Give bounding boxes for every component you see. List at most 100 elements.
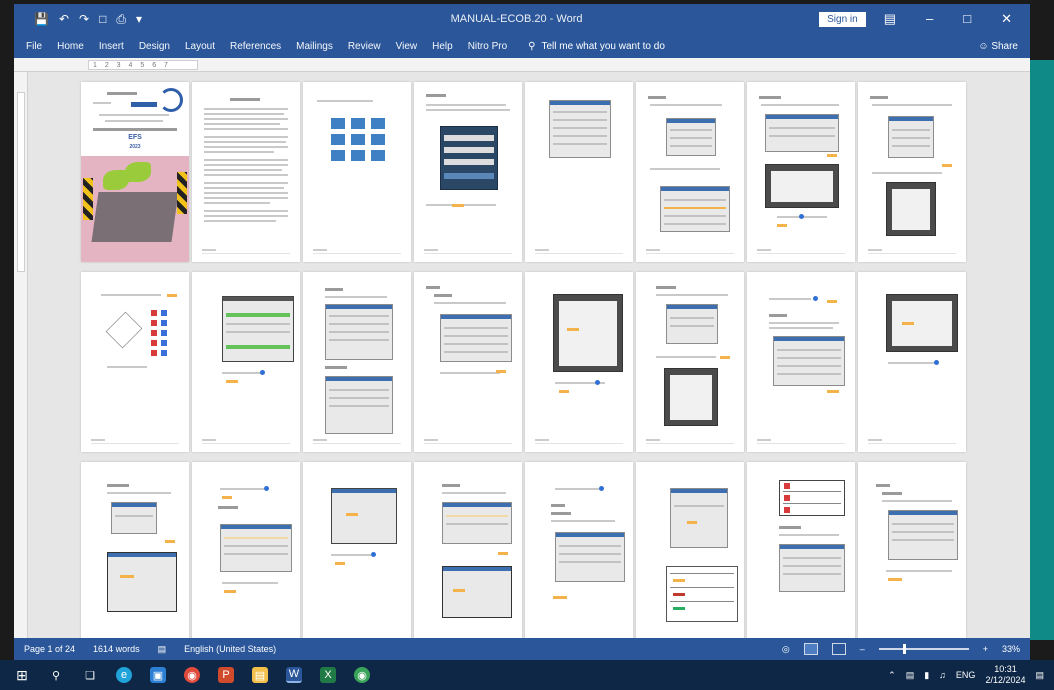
file-explorer-icon[interactable]: ▤ (252, 667, 268, 683)
document-page-15[interactable] (747, 272, 855, 452)
share-button[interactable]: ☺ Share (978, 41, 1030, 52)
tab-nitro-pro[interactable]: Nitro Pro (468, 41, 507, 52)
customize-qat-icon[interactable]: ▾ (136, 13, 142, 25)
document-page-17[interactable] (81, 462, 189, 642)
document-page-5[interactable] (525, 82, 633, 262)
blue-dot-marker (260, 370, 265, 375)
proofing-icon[interactable]: ▤ (158, 644, 167, 655)
clock[interactable]: 10:31 2/12/2024 (985, 664, 1025, 686)
print-layout-view-button[interactable] (803, 643, 818, 655)
tab-review[interactable]: Review (348, 41, 381, 52)
document-page-3[interactable] (303, 82, 411, 262)
menu-tile (351, 134, 365, 145)
sign-in-button[interactable]: Sign in (819, 11, 866, 27)
document-page-20[interactable] (414, 462, 522, 642)
tab-layout[interactable]: Layout (185, 41, 215, 52)
page-count[interactable]: Page 1 of 24 (24, 644, 75, 654)
page-heading (230, 98, 260, 101)
network-icon[interactable]: ▤ (906, 670, 915, 681)
document-page-6[interactable] (636, 82, 744, 262)
word-count[interactable]: 1614 words (93, 644, 140, 654)
language-status[interactable]: English (United States) (184, 644, 276, 654)
tab-references[interactable]: References (230, 41, 281, 52)
print-icon[interactable]: ⎙ (116, 13, 126, 25)
screenshot-row (329, 389, 389, 391)
document-page-4[interactable] (414, 82, 522, 262)
web-layout-view-button[interactable] (831, 643, 846, 655)
color-square (161, 310, 167, 316)
document-page-9[interactable] (81, 272, 189, 452)
zoom-level[interactable]: 33% (1002, 644, 1020, 654)
document-page-2[interactable] (192, 82, 300, 262)
document-page-21[interactable] (525, 462, 633, 642)
excel-icon[interactable]: X (320, 667, 336, 683)
document-page-12[interactable] (414, 272, 522, 452)
maximize-icon[interactable]: □ (963, 11, 971, 27)
document-page-7[interactable] (747, 82, 855, 262)
color-square (151, 320, 157, 326)
notifications-icon[interactable]: ▤ (1035, 670, 1044, 681)
tab-mailings[interactable]: Mailings (296, 41, 333, 52)
screenshot (107, 552, 177, 612)
show-hidden-icons-icon[interactable]: ⌃ (888, 670, 896, 681)
document-page-22[interactable] (636, 462, 744, 642)
page-footer (313, 439, 401, 444)
close-icon[interactable]: ✕ (1001, 11, 1012, 27)
store-icon[interactable]: ▣ (150, 667, 166, 683)
page-heading (107, 484, 129, 487)
redo-icon[interactable]: ↷ (79, 13, 89, 25)
word-icon[interactable]: W (286, 667, 302, 683)
minimize-icon[interactable]: – (926, 11, 933, 27)
undo-icon[interactable]: ↶ (59, 13, 69, 25)
task-view-icon[interactable]: ❏ (82, 667, 98, 683)
document-workspace[interactable]: 1 2 3 4 5 6 7 EFS 2023 (14, 58, 1030, 642)
screenshot (111, 502, 157, 534)
document-page-11[interactable] (303, 272, 411, 452)
tab-view[interactable]: View (396, 41, 418, 52)
page-footer (868, 439, 956, 444)
screenshot-row (553, 143, 607, 145)
chrome-icon[interactable]: ◉ (354, 667, 370, 683)
tell-me-box[interactable]: ⚲ Tell me what you want to do (528, 41, 665, 52)
document-page-24[interactable] (858, 462, 966, 642)
edge-icon[interactable]: e (116, 667, 132, 683)
zoom-slider[interactable] (878, 644, 969, 654)
tab-home[interactable]: Home (57, 41, 84, 52)
document-page-18[interactable] (192, 462, 300, 642)
battery-icon[interactable]: ▮ (924, 670, 929, 681)
background-window-edge (1030, 60, 1054, 640)
save-icon[interactable]: 💾 (34, 13, 49, 25)
document-page-1[interactable]: EFS 2023 (81, 82, 189, 262)
tab-insert[interactable]: Insert (99, 41, 124, 52)
text-line (222, 582, 278, 584)
zoom-out-button[interactable]: – (860, 644, 865, 654)
color-square (151, 340, 157, 346)
search-icon[interactable]: ⚲ (48, 667, 64, 683)
tab-help[interactable]: Help (432, 41, 453, 52)
document-page-23[interactable] (747, 462, 855, 642)
document-page-16[interactable] (858, 272, 966, 452)
screenshot-titlebar (766, 115, 838, 119)
zoom-in-button[interactable]: + (983, 644, 988, 654)
document-page-19[interactable] (303, 462, 411, 642)
document-page-14[interactable] (636, 272, 744, 452)
input-language[interactable]: ENG (956, 670, 976, 680)
vertical-ruler[interactable] (14, 72, 28, 638)
focus-mode-icon[interactable]: ◎ (782, 644, 790, 655)
document-page-10[interactable] (192, 272, 300, 452)
document-page-8[interactable] (858, 82, 966, 262)
screenshot-row (444, 343, 508, 345)
document-page-13[interactable] (525, 272, 633, 452)
new-document-icon[interactable]: □ (99, 13, 106, 25)
zoom-slider-knob[interactable] (902, 644, 906, 654)
windows-start-icon[interactable]: ⊞ (14, 667, 30, 683)
tab-file[interactable]: File (26, 41, 42, 52)
tab-design[interactable]: Design (139, 41, 170, 52)
ribbon-display-options-icon[interactable]: ▤ (884, 11, 896, 27)
volume-icon[interactable]: ♫ (939, 670, 946, 680)
color-square (151, 310, 157, 316)
horizontal-ruler[interactable]: 1 2 3 4 5 6 7 (14, 58, 1030, 72)
powerpoint-icon[interactable]: P (218, 667, 234, 683)
chrome-icon[interactable]: ◉ (184, 667, 200, 683)
highlight-mark (942, 164, 952, 167)
